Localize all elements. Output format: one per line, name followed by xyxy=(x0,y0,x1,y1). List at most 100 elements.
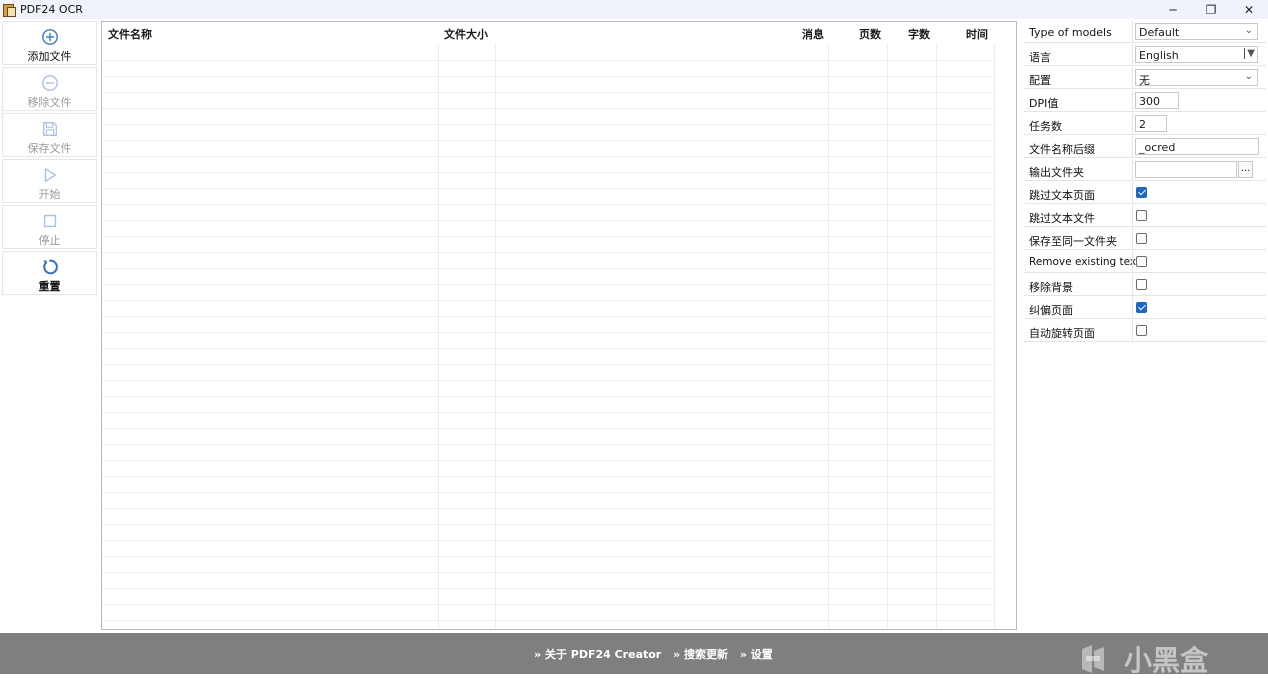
table-grid-line xyxy=(102,412,994,413)
auto-rotate-checkbox[interactable] xyxy=(1136,325,1147,336)
remove-text-label: Remove existing text xyxy=(1029,256,1141,268)
table-grid-line xyxy=(102,268,994,269)
same-folder-checkbox[interactable] xyxy=(1136,233,1147,244)
restore-button[interactable]: ❐ xyxy=(1192,0,1230,19)
remove-file-button[interactable]: 移除文件 xyxy=(2,67,97,111)
table-grid-line xyxy=(102,396,994,397)
start-button[interactable]: 开始 xyxy=(2,159,97,203)
table-grid-line xyxy=(102,604,994,605)
save-file-button[interactable]: 保存文件 xyxy=(2,113,97,157)
remove-text-checkbox[interactable] xyxy=(1136,256,1147,267)
add-file-label: 添加文件 xyxy=(27,50,72,63)
remove-bg-label: 移除背景 xyxy=(1029,281,1073,294)
column-header-filename[interactable]: 文件名称 xyxy=(108,26,152,42)
output-label: 输出文件夹 xyxy=(1029,166,1084,179)
language-value: English xyxy=(1139,49,1179,62)
table-grid-line xyxy=(102,252,994,253)
setting-deskew-row: 纠偏页面 xyxy=(1024,297,1266,319)
setting-language-row: 语言 English ▼ xyxy=(1024,44,1266,66)
remove-bg-checkbox[interactable] xyxy=(1136,279,1147,290)
column-header-pages[interactable]: 页数 xyxy=(859,26,881,42)
check-updates-link[interactable]: » 搜索更新 xyxy=(673,648,728,661)
table-header: 文件名称 文件大小 消息 页数 字数 时间 xyxy=(102,22,1016,44)
watermark-text: 小黑盒 xyxy=(1124,644,1209,677)
table-grid-line xyxy=(102,332,994,333)
tasks-input[interactable]: 2 xyxy=(1135,115,1167,132)
add-file-button[interactable]: 添加文件 xyxy=(2,21,97,65)
skip-text-files-checkbox[interactable] xyxy=(1136,210,1147,221)
setting-auto-rotate-row: 自动旋转页面 xyxy=(1024,320,1266,342)
start-label: 开始 xyxy=(38,188,61,201)
setting-same-folder-row: 保存至同一文件夹 xyxy=(1024,228,1266,250)
table-grid-line xyxy=(102,60,994,61)
footer-bar: » 关于 PDF24 Creator » 搜索更新 » 设置 小黑盒 xyxy=(0,633,1268,677)
app-icon xyxy=(3,3,16,17)
table-grid-line xyxy=(102,620,994,621)
setting-suffix-row: 文件名称后缀 _ocred xyxy=(1024,136,1266,158)
deskew-checkbox[interactable] xyxy=(1136,302,1147,313)
stop-icon xyxy=(43,214,56,228)
table-grid-line xyxy=(102,556,994,557)
reset-label: 重置 xyxy=(38,280,61,293)
language-label: 语言 xyxy=(1029,51,1051,64)
suffix-input[interactable]: _ocred xyxy=(1135,138,1259,155)
table-grid-line xyxy=(102,588,994,589)
table-grid-line xyxy=(102,492,994,493)
stop-button[interactable]: 停止 xyxy=(2,205,97,249)
dpi-input[interactable]: 300 xyxy=(1135,92,1179,109)
setting-output-row: 输出文件夹 ... xyxy=(1024,159,1266,181)
skip-text-files-label: 跳过文本文件 xyxy=(1029,212,1095,225)
table-grid-line xyxy=(102,124,994,125)
remove-file-label: 移除文件 xyxy=(27,96,72,109)
table-grid-line xyxy=(102,476,994,477)
setting-remove-text-row: Remove existing text xyxy=(1024,251,1266,273)
setting-model-row: Type of models Default ⌄ xyxy=(1024,21,1266,43)
config-select[interactable]: 无 ⌄ xyxy=(1135,69,1258,87)
table-grid-line xyxy=(102,76,994,77)
settings-link[interactable]: » 设置 xyxy=(740,648,773,661)
stop-label: 停止 xyxy=(38,234,61,247)
dpi-label: DPI值 xyxy=(1029,97,1059,110)
language-select[interactable]: English ▼ xyxy=(1135,46,1258,63)
table-grid-line xyxy=(102,156,994,157)
watermark: 小黑盒 xyxy=(1076,639,1208,679)
reset-icon xyxy=(42,259,58,275)
table-grid-line xyxy=(102,284,994,285)
tasks-label: 任务数 xyxy=(1029,120,1062,133)
about-link[interactable]: » 关于 PDF24 Creator xyxy=(534,648,661,661)
reset-button[interactable]: 重置 xyxy=(2,251,97,295)
output-folder-input[interactable] xyxy=(1135,161,1237,178)
dropdown-arrow-icon: ▼ xyxy=(1244,48,1255,59)
setting-tasks-row: 任务数 2 xyxy=(1024,113,1266,135)
table-grid-line xyxy=(102,364,994,365)
footer-links: » 关于 PDF24 Creator » 搜索更新 » 设置 xyxy=(534,646,781,662)
minimize-button[interactable]: ─ xyxy=(1154,0,1192,19)
config-value: 无 xyxy=(1139,74,1150,87)
minus-circle-icon xyxy=(41,75,58,91)
table-grid-line xyxy=(102,444,994,445)
table-grid-line xyxy=(102,140,994,141)
table-grid-line xyxy=(102,108,994,109)
table-grid-line xyxy=(102,188,994,189)
setting-skip-text-pages-row: 跳过文本页面 xyxy=(1024,182,1266,204)
column-header-filesize[interactable]: 文件大小 xyxy=(444,26,488,42)
chevron-down-icon: ⌄ xyxy=(1244,71,1253,82)
plus-circle-icon xyxy=(41,29,58,45)
close-button[interactable]: ✕ xyxy=(1230,0,1268,19)
column-header-words[interactable]: 字数 xyxy=(908,26,930,42)
config-label: 配置 xyxy=(1029,74,1051,87)
table-grid-line xyxy=(102,460,994,461)
column-header-time[interactable]: 时间 xyxy=(966,26,988,42)
table-grid-line xyxy=(102,300,994,301)
table-grid-line xyxy=(102,348,994,349)
table-grid-line xyxy=(102,428,994,429)
skip-text-pages-checkbox[interactable] xyxy=(1136,187,1147,198)
column-header-message[interactable]: 消息 xyxy=(802,26,824,42)
table-grid-line xyxy=(102,92,994,93)
model-label: Type of models xyxy=(1029,26,1112,39)
table-grid-line xyxy=(102,172,994,173)
table-grid-line xyxy=(102,524,994,525)
model-select[interactable]: Default ⌄ xyxy=(1135,23,1258,40)
file-table[interactable]: 文件名称 文件大小 消息 页数 字数 时间 xyxy=(101,21,1017,630)
browse-button[interactable]: ... xyxy=(1238,161,1253,178)
